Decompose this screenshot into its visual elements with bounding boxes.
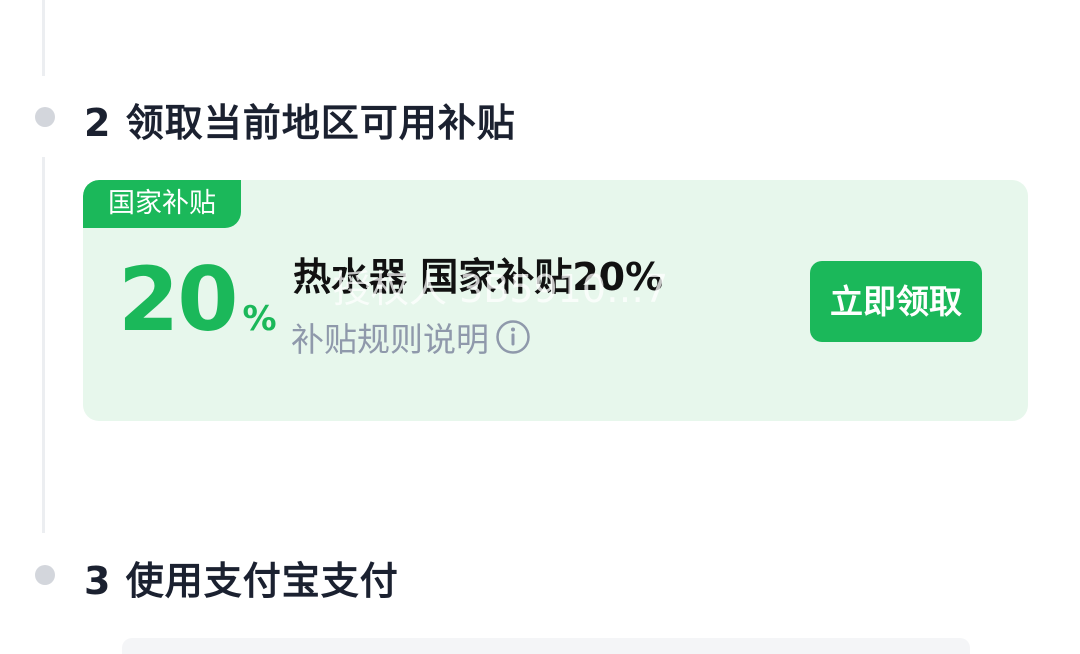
step-number: 2 (84, 101, 112, 145)
timeline-line (42, 0, 45, 76)
discount-value: 20% (118, 252, 277, 348)
subsidy-card: 国家补贴 20% 热水器 国家补贴20% 授权人 3B5910…7 补贴规则说明… (83, 180, 1028, 421)
step-label: 领取当前地区可用补贴 (125, 101, 516, 145)
subsidy-steps-page: 2 领取当前地区可用补贴 国家补贴 20% 热水器 国家补贴20% 授权人 3B… (0, 0, 1080, 654)
timeline-dot (35, 107, 55, 127)
info-icon[interactable] (495, 319, 531, 355)
timeline-dot (35, 565, 55, 585)
step-3-title: 3 使用支付宝支付 (84, 550, 399, 605)
subsidy-rules-link[interactable]: 补贴规则说明 (291, 313, 531, 361)
payment-card (122, 638, 970, 654)
discount-unit: % (242, 299, 277, 339)
claim-now-button[interactable]: 立即领取 (810, 261, 982, 342)
step-label: 使用支付宝支付 (125, 559, 399, 603)
timeline-line (42, 157, 45, 533)
discount-number: 20 (118, 248, 238, 351)
step-2-title: 2 领取当前地区可用补贴 (84, 92, 516, 147)
subsidy-tag: 国家补贴 (83, 180, 241, 228)
rules-link-label: 补贴规则说明 (291, 320, 489, 359)
step-number: 3 (84, 559, 112, 603)
product-title: 热水器 国家补贴20% (293, 255, 664, 299)
